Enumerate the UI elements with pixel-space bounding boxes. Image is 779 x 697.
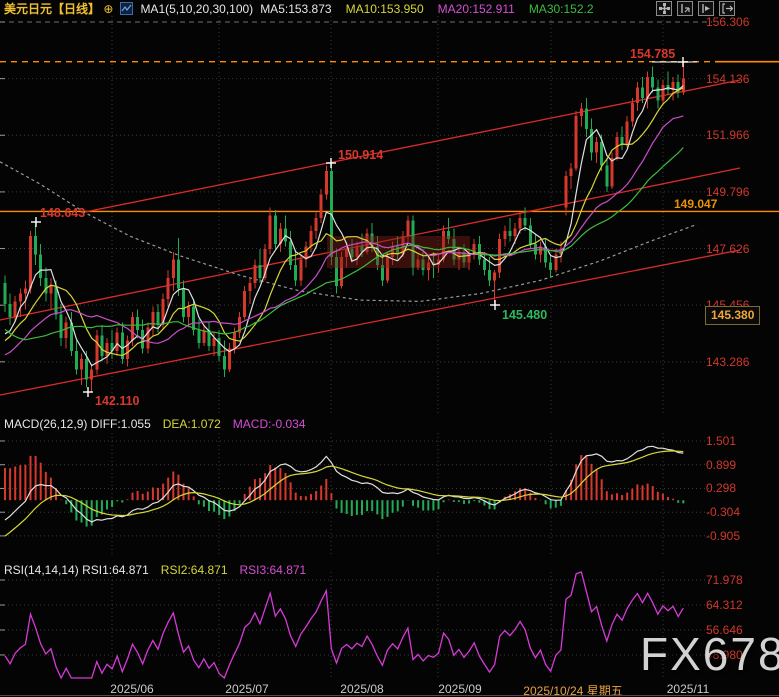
exit-right-icon[interactable] — [719, 1, 735, 16]
date-label: 2025/07 — [225, 682, 268, 696]
axis-label: 147.626 — [706, 242, 749, 256]
macd-header: MACD(26,12,9) DIFF:1.055 DEA:1.072 MACD:… — [4, 417, 306, 431]
swing-price-annotation: 145.480 — [502, 308, 547, 322]
price-chart-canvas[interactable]: 148.643 142.110 150.914 145.480 154.785 — [0, 0, 779, 697]
date-label: 2025/06 — [110, 682, 153, 696]
ma-value-2: MA20:152.911 — [438, 2, 515, 16]
ma-value-0: MA5:153.873 — [260, 2, 331, 16]
macd-title: MACD(26,12,9) DIFF:1.055 — [4, 417, 151, 431]
period-label: 【日线】 — [52, 2, 100, 16]
rsi-title: RSI(14,14,14) RSI1:64.871 — [4, 563, 149, 577]
axis-label: 143.286 — [706, 355, 749, 369]
chart-window: 148.643 142.110 150.914 145.480 154.785 美元日元… — [0, 0, 779, 697]
chart-header: 美元日元【日线】 ⊕ MA1(5,10,20,30,100) MA5:153.8… — [4, 1, 594, 16]
date-label: 2025/09 — [438, 682, 481, 696]
ma-value-1: MA10:153.950 — [346, 2, 424, 16]
ma-values: MA5:153.873 MA10:153.950 MA20:152.911 MA30:… — [260, 2, 593, 16]
move-icon[interactable] — [656, 1, 672, 16]
macd-dea-value: DEA:1.072 — [163, 417, 221, 431]
axis-label: 0.298 — [706, 481, 736, 495]
axis-label: 151.966 — [706, 128, 749, 142]
symbol-title: 美元日元 — [4, 2, 52, 16]
axis-label: 71.978 — [706, 573, 743, 587]
macd-value: MACD:-0.034 — [233, 417, 306, 431]
ma-group-label: MA1(5,10,20,30,100) — [140, 2, 253, 16]
ma-value-3: MA30:152.2 — [529, 2, 594, 16]
axis-label: -0.304 — [706, 505, 740, 519]
axis-label: -0.905 — [706, 529, 740, 543]
rsi3-value: RSI3:64.871 — [240, 563, 307, 577]
fx678-watermark: FX678 — [640, 627, 779, 681]
mini-chart-icon — [120, 2, 133, 15]
axis-label: 156.306 — [706, 15, 749, 29]
bottom-border — [0, 695, 779, 696]
collapse-toggle-icon[interactable]: ⊕ — [103, 2, 113, 16]
hline-price-label: 149.047 — [674, 197, 717, 211]
axis-left-icon[interactable] — [677, 1, 693, 16]
rsi-header: RSI(14,14,14) RSI1:64.871 RSI2:64.871 RS… — [4, 563, 306, 577]
swing-price-annotation: 150.914 — [338, 148, 383, 162]
axis-play-icon[interactable] — [698, 1, 714, 16]
rsi2-value: RSI2:64.871 — [161, 563, 228, 577]
axis-label: 0.899 — [706, 458, 736, 472]
axis-label: 154.136 — [706, 72, 749, 86]
selected-price-label: 145.380 — [705, 306, 760, 325]
swing-price-annotation: 148.643 — [40, 206, 85, 220]
swing-price-annotation: 154.785 — [630, 47, 675, 61]
toolbar — [656, 1, 735, 16]
date-label: 2025/08 — [340, 682, 383, 696]
date-label: 2025/11 — [667, 682, 710, 696]
axis-label: 1.501 — [706, 434, 736, 448]
axis-label: 64.312 — [706, 598, 743, 612]
swing-price-annotation: 142.110 — [95, 394, 140, 408]
